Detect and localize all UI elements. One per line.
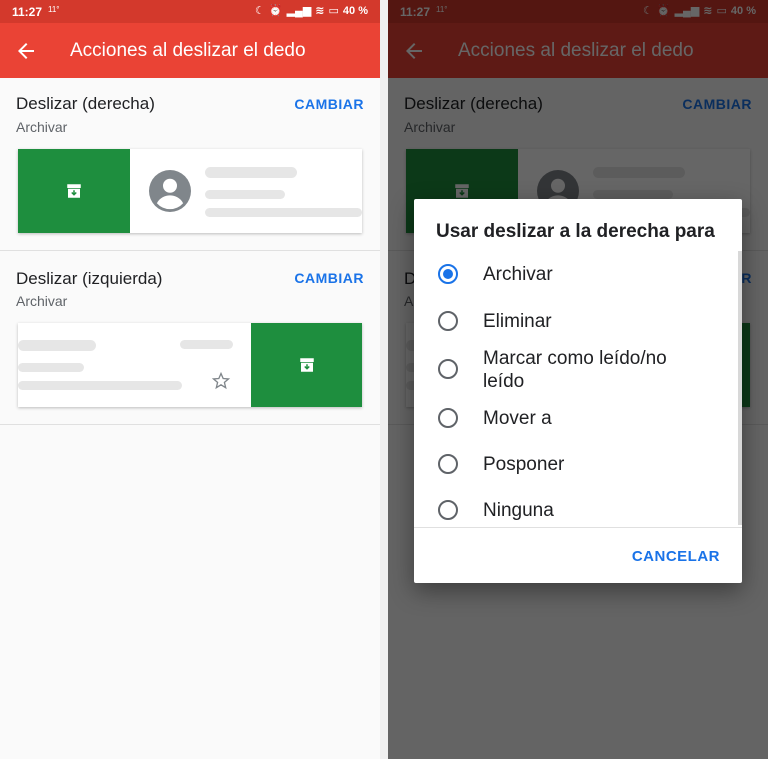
option-label: Mover a <box>483 408 552 429</box>
option-marcar-leido[interactable]: Marcar como leído/no leído <box>414 346 742 398</box>
battery-level: 40 % <box>342 4 368 17</box>
dialog-scrollbar[interactable] <box>738 251 742 525</box>
option-label: Marcar como leído/no leído <box>483 348 667 392</box>
dialog-divider <box>414 527 742 528</box>
archive-icon <box>300 358 314 372</box>
placeholder-line <box>18 363 84 372</box>
option-label: Eliminar <box>483 311 552 332</box>
swipe-right-change-button[interactable]: CAMBIAR <box>294 96 364 112</box>
radio-button-selected[interactable] <box>438 264 458 284</box>
dialog-title: Usar deslizar a la derecha para <box>436 221 715 242</box>
cancel-button[interactable]: CANCELAR <box>632 548 720 565</box>
option-label: Ninguna <box>483 500 554 521</box>
option-label: Archivar <box>483 264 553 285</box>
status-temp: 11° <box>48 5 60 14</box>
star-icon <box>211 371 231 390</box>
swipe-left-preview <box>18 323 362 407</box>
placeholder-line <box>180 340 233 349</box>
placeholder-line <box>205 167 297 178</box>
swipe-left-value: Archivar <box>16 293 68 309</box>
option-label: Posponer <box>483 454 565 475</box>
option-archivar[interactable]: Archivar <box>414 252 742 296</box>
section-divider <box>0 424 380 425</box>
alarm-icon: ⏰ <box>268 5 283 17</box>
app-bar: Acciones al deslizar el dedo <box>0 23 380 78</box>
swipe-archive-area <box>251 323 362 407</box>
swipe-left-change-button[interactable]: CAMBIAR <box>294 270 364 286</box>
radio-button[interactable] <box>438 311 458 331</box>
avatar-icon <box>149 170 191 212</box>
placeholder-line <box>205 190 285 199</box>
option-mover-a[interactable]: Mover a <box>414 396 742 440</box>
back-arrow-icon[interactable] <box>14 39 38 63</box>
screen-settings: 11:27 11° ☾ ⏰ ▂▄▆ ≋ ▭ 40 % Acciones al d… <box>0 0 380 759</box>
radio-button[interactable] <box>438 408 458 428</box>
status-bar: 11:27 11° ☾ ⏰ ▂▄▆ ≋ ▭ 40 % <box>0 0 380 23</box>
swipe-left-title: Deslizar (izquierda) <box>16 269 163 288</box>
option-eliminar[interactable]: Eliminar <box>414 299 742 343</box>
battery-icon: ▭ <box>328 5 339 17</box>
page-title: Acciones al deslizar el dedo <box>70 40 306 61</box>
moon-icon: ☾ <box>255 5 265 17</box>
swipe-action-dialog: Usar deslizar a la derecha para Archivar… <box>414 199 742 583</box>
placeholder-line <box>18 340 96 351</box>
status-icons: ☾ ⏰ ▂▄▆ ≋ ▭ 40 % <box>255 4 368 18</box>
swipe-right-title: Deslizar (derecha) <box>16 94 155 113</box>
status-time: 11:27 <box>12 5 43 19</box>
swipe-right-value: Archivar <box>16 119 68 135</box>
archive-icon <box>67 184 81 198</box>
screen-dialog: 11:27 11° ☾ ⏰ ▂▄▆ ≋ ▭ 40 % Acciones al d… <box>388 0 768 759</box>
placeholder-line <box>18 381 182 390</box>
option-posponer[interactable]: Posponer <box>414 442 742 486</box>
swipe-archive-area <box>18 149 130 233</box>
section-divider <box>0 250 380 251</box>
radio-button[interactable] <box>438 359 458 379</box>
signal-icon: ▂▄▆ <box>286 5 312 17</box>
wifi-icon: ≋ <box>315 5 325 17</box>
swipe-right-preview <box>18 149 362 233</box>
radio-button[interactable] <box>438 500 458 520</box>
option-ninguna[interactable]: Ninguna <box>414 488 742 532</box>
placeholder-line <box>205 208 362 217</box>
radio-button[interactable] <box>438 454 458 474</box>
screens-separator <box>380 0 388 759</box>
